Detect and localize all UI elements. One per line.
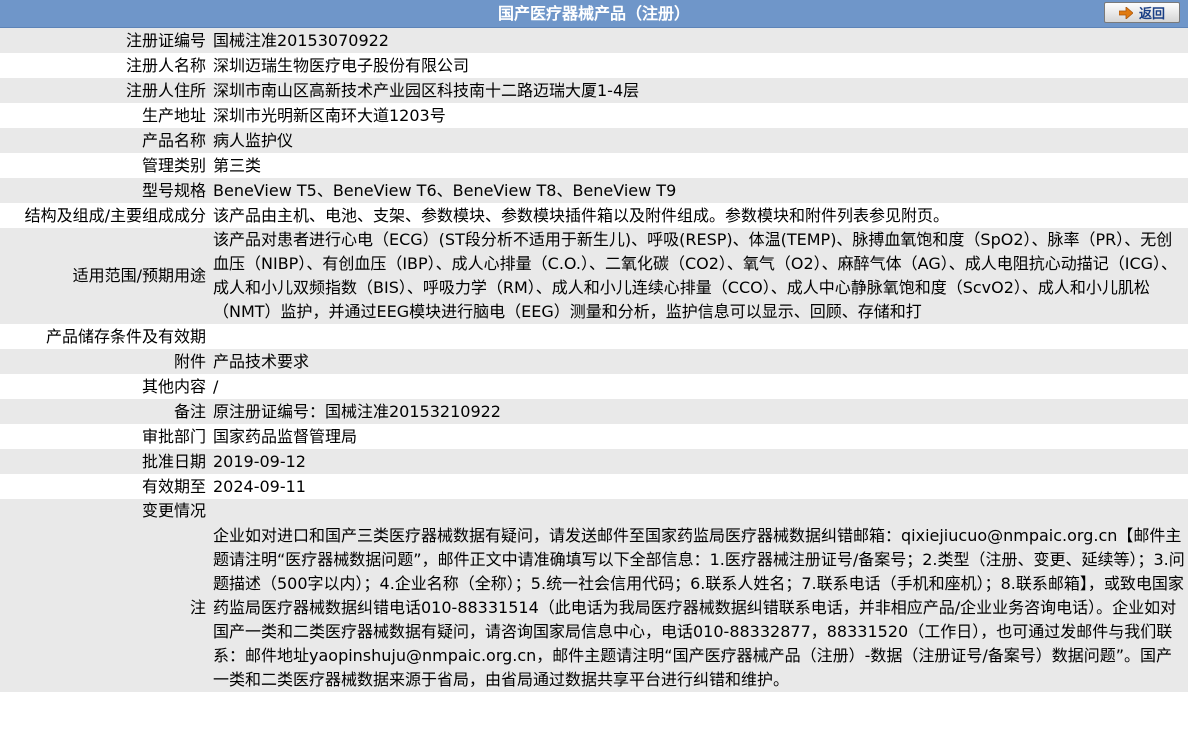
field-label: 适用范围/预期用途 [72, 266, 206, 285]
row-attachment: 附件 产品技术要求 [0, 349, 1188, 374]
field-label: 备注 [173, 401, 206, 421]
row-note: 注 企业如对进口和国产三类医疗器械数据有疑问，请发送邮件至国家药监局医疗器械数据… [0, 524, 1188, 692]
field-label: 注册人住所 [125, 80, 206, 100]
field-label: 生产地址 [141, 105, 206, 125]
field-value: / [213, 376, 219, 396]
field-value: BeneView T5、BeneView T6、BeneView T8、Bene… [213, 180, 677, 200]
field-label: 其他内容 [141, 376, 206, 396]
row-structure: 结构及组成/主要组成成分 该产品由主机、电池、支架、参数模块、参数模块插件箱以及… [0, 203, 1188, 228]
page-title: 国产医疗器械产品（注册） [497, 4, 690, 23]
row-production-address: 生产地址 深圳市光明新区南环大道1203号 [0, 103, 1188, 128]
row-reg-no: 注册证编号 国械注准20153070922 [0, 28, 1188, 53]
field-label: 注 [189, 598, 206, 617]
field-label: 注册人名称 [125, 55, 206, 75]
field-label: 结构及组成/主要组成成分 [24, 205, 206, 225]
field-value: 病人监护仪 [213, 130, 294, 150]
row-change: 变更情况 [0, 499, 1188, 524]
field-value: 国家药品监督管理局 [213, 426, 358, 446]
field-value [212, 499, 1188, 524]
field-value: 深圳市南山区高新技术产业园区科技南十二路迈瑞大厦1-4层 [213, 80, 640, 100]
product-info-table: 注册证编号 国械注准20153070922 注册人名称 深圳迈瑞生物医疗电子股份… [0, 28, 1188, 692]
field-value: 原注册证编号：国械注准20153210922 [213, 401, 501, 421]
row-registrant: 注册人名称 深圳迈瑞生物医疗电子股份有限公司 [0, 53, 1188, 78]
row-address: 注册人住所 深圳市南山区高新技术产业园区科技南十二路迈瑞大厦1-4层 [0, 78, 1188, 103]
field-value: 第三类 [213, 155, 262, 175]
field-label: 附件 [173, 351, 206, 371]
page-header: 国产医疗器械产品（注册） 返回 [0, 0, 1188, 28]
row-storage: 产品储存条件及有效期 [0, 324, 1188, 349]
field-value: 国械注准20153070922 [213, 30, 389, 50]
row-product-name: 产品名称 病人监护仪 [0, 128, 1188, 153]
field-value: 2019-09-12 [213, 451, 306, 471]
row-class: 管理类别 第三类 [0, 153, 1188, 178]
field-label: 审批部门 [141, 426, 206, 446]
row-approval-date: 批准日期 2019-09-12 [0, 449, 1188, 474]
field-label: 产品名称 [141, 130, 206, 150]
row-expiry-date: 有效期至 2024-09-11 [0, 474, 1188, 499]
row-model: 型号规格 BeneView T5、BeneView T6、BeneView T8… [0, 178, 1188, 203]
field-label: 变更情况 [141, 501, 206, 520]
field-value: 该产品对患者进行心电（ECG）(ST段分析不适用于新生儿)、呼吸(RESP)、体… [213, 230, 1178, 321]
row-other: 其他内容 / [0, 374, 1188, 399]
note-text: 企业如对进口和国产三类医疗器械数据有疑问，请发送邮件至国家药监局医疗器械数据纠错… [213, 526, 1185, 689]
field-value: 2024-09-11 [213, 476, 306, 496]
field-value: 深圳市光明新区南环大道1203号 [213, 105, 446, 125]
field-label: 注册证编号 [125, 30, 206, 50]
field-value: 该产品由主机、电池、支架、参数模块、参数模块插件箱以及附件组成。参数模块和附件列… [213, 205, 950, 225]
back-button[interactable]: 返回 [1104, 2, 1180, 23]
field-label: 型号规格 [141, 180, 206, 200]
row-department: 审批部门 国家药品监督管理局 [0, 424, 1188, 449]
field-label: 有效期至 [141, 476, 206, 496]
field-label: 批准日期 [141, 451, 206, 471]
field-label: 产品储存条件及有效期 [45, 326, 206, 346]
row-intended-use: 适用范围/预期用途 该产品对患者进行心电（ECG）(ST段分析不适用于新生儿)、… [0, 228, 1188, 324]
arrow-right-icon [1118, 6, 1133, 19]
field-label: 管理类别 [141, 155, 206, 175]
row-remark: 备注 原注册证编号：国械注准20153210922 [0, 399, 1188, 424]
back-button-label: 返回 [1138, 7, 1165, 22]
field-value: 深圳迈瑞生物医疗电子股份有限公司 [213, 55, 470, 75]
field-value: 产品技术要求 [213, 351, 310, 371]
field-value [212, 324, 1188, 349]
